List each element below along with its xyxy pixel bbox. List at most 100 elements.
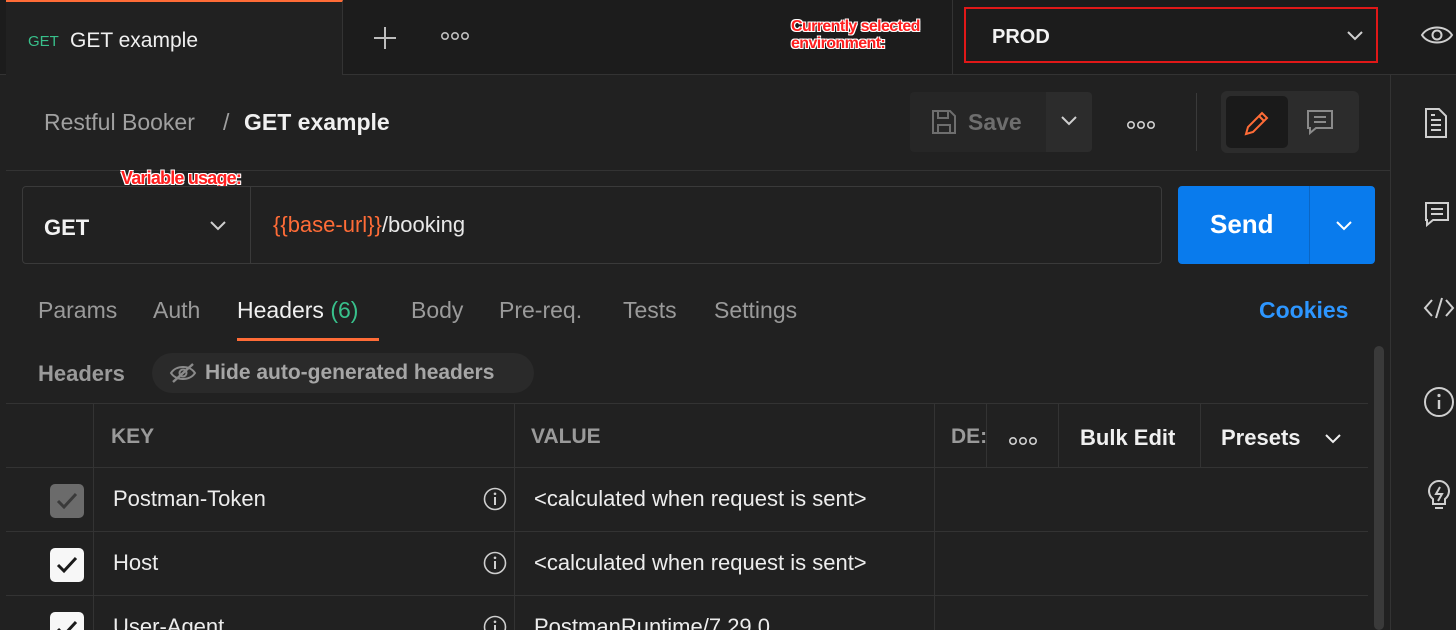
tab-prereq[interactable]: Pre-req. <box>499 297 582 324</box>
column-header-value: VALUE <box>531 425 601 448</box>
save-icon <box>932 110 956 134</box>
chevron-down-icon <box>1061 116 1077 126</box>
url-variable: {{base-url}} <box>273 212 382 237</box>
row-checkbox[interactable] <box>50 548 84 582</box>
url-bar: GET {{base-url}}/booking <box>22 186 1162 264</box>
tab-method-badge: GET <box>28 33 59 50</box>
document-icon[interactable] <box>1423 107 1449 139</box>
divider <box>934 596 935 630</box>
pencil-icon <box>1244 111 1269 136</box>
chevron-down-icon <box>1347 31 1363 41</box>
scrollbar[interactable] <box>1374 346 1384 630</box>
presets-dropdown[interactable]: Presets <box>1221 425 1301 451</box>
chevron-down-icon <box>1325 434 1341 444</box>
environment-value: PROD <box>992 26 1050 48</box>
table-row: Postman-Token <calculated when request i… <box>6 467 1368 532</box>
send-button[interactable]: Send <box>1178 186 1375 264</box>
save-dropdown-button[interactable] <box>1046 92 1092 152</box>
hide-auto-headers-button[interactable]: Hide auto-generated headers <box>152 353 534 393</box>
divider <box>1200 404 1201 468</box>
request-header: Restful Booker / GET example Save <box>6 75 1390 171</box>
divider <box>514 404 515 468</box>
cookies-link[interactable]: Cookies <box>1259 297 1348 324</box>
divider <box>934 468 935 532</box>
code-icon[interactable] <box>1423 295 1455 321</box>
header-key[interactable]: User-Agent <box>113 614 224 630</box>
breadcrumb-collection[interactable]: Restful Booker <box>44 109 195 136</box>
column-header-key: KEY <box>111 425 155 448</box>
table-row: User-Agent PostmanRuntime/7.29.0 <box>6 595 1368 630</box>
right-sidebar <box>1390 75 1456 630</box>
tab-bar: GET GET example Currently selected envir… <box>0 0 1456 75</box>
header-key[interactable]: Host <box>113 550 158 576</box>
tab-tests[interactable]: Tests <box>623 297 677 324</box>
divider <box>952 0 953 75</box>
send-label: Send <box>1210 209 1274 239</box>
divider <box>93 468 94 532</box>
check-icon <box>56 492 78 510</box>
lightbulb-icon[interactable] <box>1423 478 1455 512</box>
eye-icon[interactable] <box>1420 23 1454 47</box>
divider <box>93 404 94 468</box>
divider <box>934 532 935 596</box>
tab-params[interactable]: Params <box>38 297 117 324</box>
header-value[interactable]: PostmanRuntime/7.29.0 <box>534 614 770 630</box>
method-selector[interactable]: GET <box>23 187 251 263</box>
headers-section-label: Headers <box>38 361 125 386</box>
tab-headers-label: Headers <box>237 297 324 323</box>
method-value: GET <box>44 215 90 240</box>
row-checkbox[interactable] <box>50 612 84 630</box>
divider <box>934 404 935 468</box>
divider <box>514 468 515 532</box>
header-value[interactable]: <calculated when request is sent> <box>534 486 867 512</box>
header-value[interactable]: <calculated when request is sent> <box>534 550 867 576</box>
tab-auth[interactable]: Auth <box>153 297 200 324</box>
header-key[interactable]: Postman-Token <box>113 486 266 512</box>
environment-selector[interactable]: PROD <box>964 7 1378 63</box>
request-tab[interactable]: GET GET example <box>6 0 343 75</box>
info-icon[interactable] <box>483 487 507 511</box>
edit-mode-button[interactable] <box>1226 96 1288 148</box>
check-icon <box>57 620 78 630</box>
view-mode-toggle <box>1221 91 1359 153</box>
plus-icon[interactable] <box>371 24 399 52</box>
info-icon[interactable] <box>483 615 507 630</box>
eye-off-icon <box>169 363 197 383</box>
headers-table: KEY VALUE DE: Bulk Edit Presets Postman-… <box>6 403 1368 630</box>
hide-auto-headers-label: Hide auto-generated headers <box>205 361 495 384</box>
divider <box>93 596 94 630</box>
url-path: /booking <box>381 212 466 237</box>
divider <box>1058 404 1059 468</box>
divider <box>93 532 94 596</box>
chevron-down-icon[interactable] <box>1335 219 1353 231</box>
bulk-edit-button[interactable]: Bulk Edit <box>1080 425 1175 451</box>
more-horizontal-icon[interactable] <box>440 30 470 42</box>
divider <box>514 596 515 630</box>
url-input[interactable]: {{base-url}}/booking <box>273 212 465 238</box>
tab-headers-count: (6) <box>330 297 359 323</box>
divider <box>1196 93 1197 151</box>
divider <box>1309 186 1310 264</box>
more-horizontal-icon[interactable] <box>1008 435 1038 447</box>
check-icon <box>56 556 78 574</box>
environment-annotation: Currently selected environment: <box>791 18 920 52</box>
table-header-row: KEY VALUE DE: Bulk Edit Presets <box>6 403 1368 468</box>
tab-title: GET example <box>70 29 198 52</box>
info-icon[interactable] <box>1423 386 1455 418</box>
comment-icon[interactable] <box>1305 108 1335 136</box>
save-button[interactable]: Save <box>910 92 1046 152</box>
active-tab-indicator <box>237 338 379 341</box>
tab-headers[interactable]: Headers (6) <box>237 297 358 324</box>
save-label: Save <box>968 109 1022 135</box>
tab-settings[interactable]: Settings <box>714 297 797 324</box>
divider <box>514 532 515 596</box>
breadcrumb-request-name[interactable]: GET example <box>244 109 390 136</box>
breadcrumb-separator: / <box>223 109 230 135</box>
table-row: Host <calculated when request is sent> <box>6 531 1368 596</box>
tab-body[interactable]: Body <box>411 297 463 324</box>
comment-icon[interactable] <box>1423 200 1451 228</box>
chevron-down-icon <box>210 221 226 231</box>
more-horizontal-icon[interactable] <box>1126 119 1156 131</box>
info-icon[interactable] <box>483 551 507 575</box>
row-checkbox[interactable] <box>50 484 84 518</box>
